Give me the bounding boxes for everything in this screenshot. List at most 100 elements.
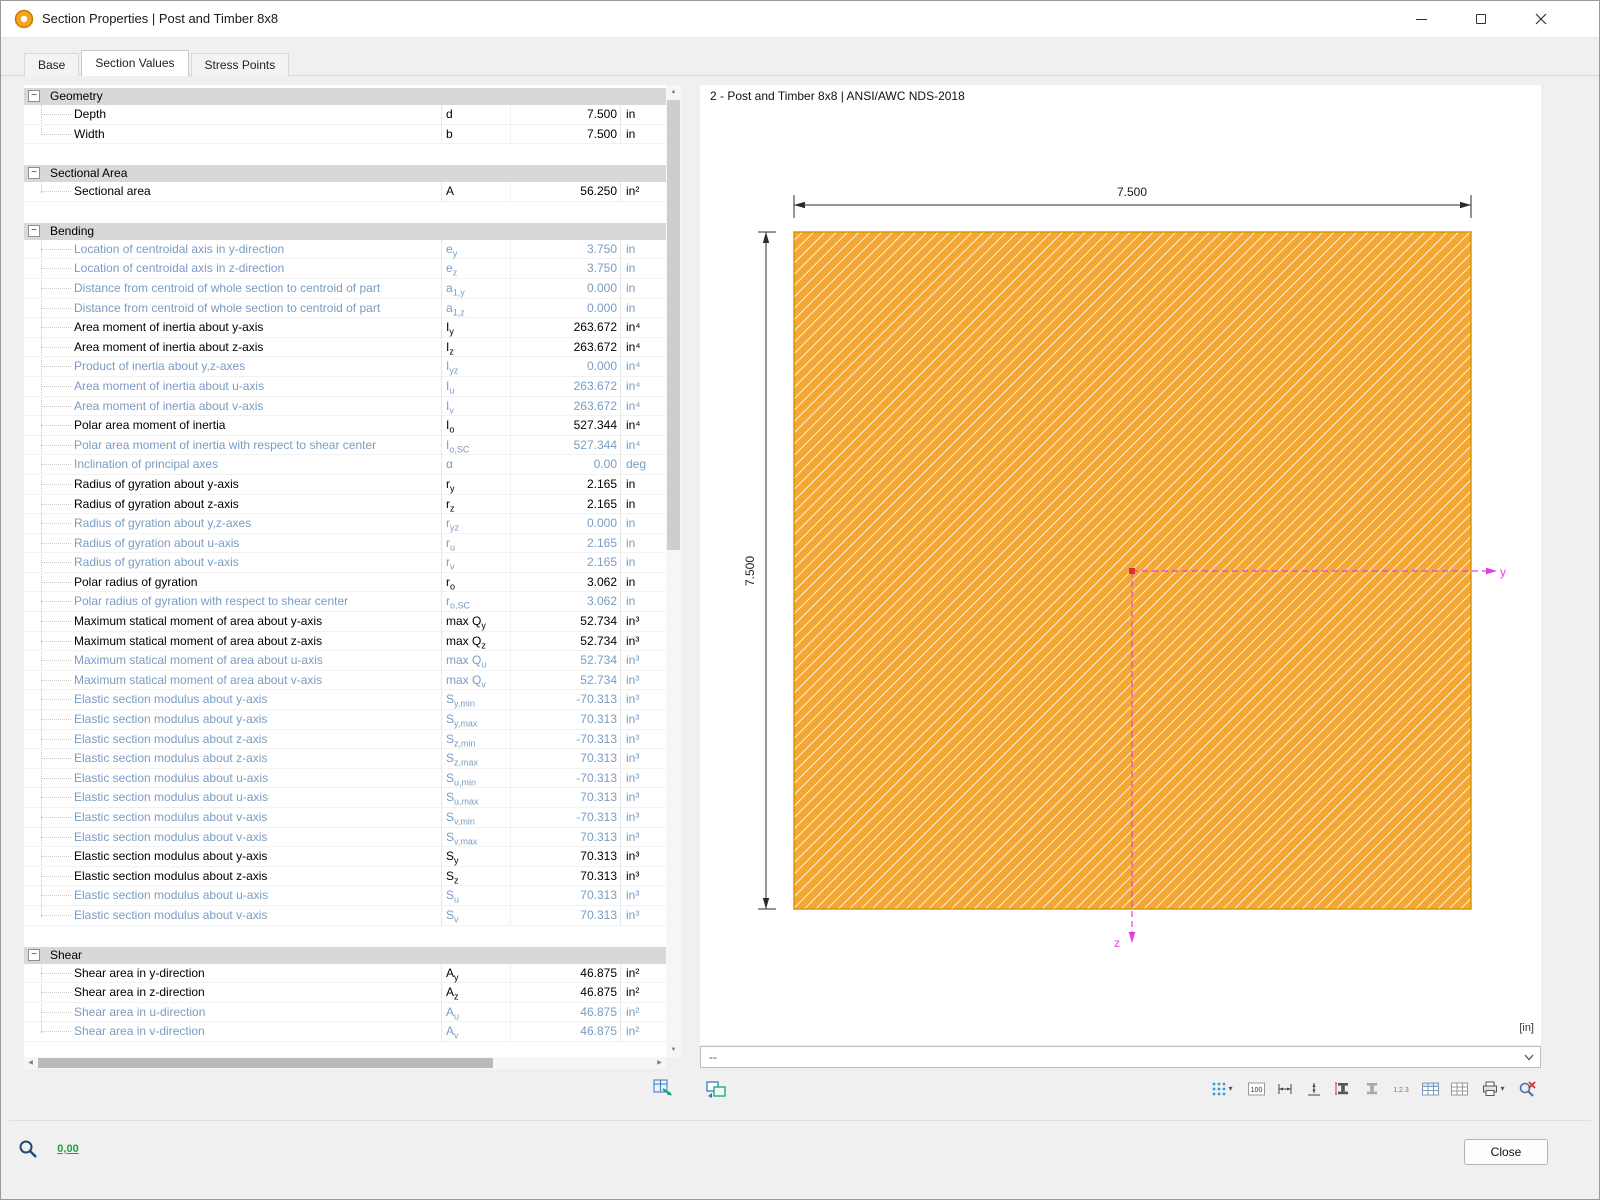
values-grid-button[interactable] xyxy=(1446,1077,1472,1101)
table-row[interactable]: Elastic section modulus about y-axisSy,m… xyxy=(24,690,666,710)
tab-stress-points[interactable]: Stress Points xyxy=(191,53,290,76)
decimal-places-button[interactable]: 0,00 xyxy=(50,1136,86,1162)
table-row[interactable]: Location of centroidal axis in z-directi… xyxy=(24,259,666,279)
table-row[interactable]: Area moment of inertia about y-axisIy263… xyxy=(24,318,666,338)
zoom-100-button[interactable]: 100 xyxy=(1243,1077,1269,1101)
numbering-button[interactable]: 1.2.3 xyxy=(1388,1077,1414,1101)
section-header[interactable]: −Bending xyxy=(24,223,666,240)
table-row[interactable]: Elastic section modulus about v-axisSv,m… xyxy=(24,828,666,848)
row-description: Polar area moment of inertia with respec… xyxy=(24,436,441,456)
table-row[interactable]: Polar radius of gyration with respect to… xyxy=(24,592,666,612)
row-unit: in⁴ xyxy=(620,436,666,456)
table-row[interactable]: Distance from centroid of whole section … xyxy=(24,299,666,319)
section-header[interactable]: −Shear xyxy=(24,947,666,964)
stress-points-select-button[interactable]: ▾ xyxy=(1204,1077,1240,1101)
results-table-button[interactable] xyxy=(1417,1077,1443,1101)
table-row[interactable]: Elastic section modulus about u-axisSu70… xyxy=(24,886,666,906)
table-row[interactable]: Maximum statical moment of area about u-… xyxy=(24,651,666,671)
table-row[interactable]: Location of centroidal axis in y-directi… xyxy=(24,240,666,260)
table-row[interactable]: Radius of gyration about y-axisry2.165in xyxy=(24,475,666,495)
section-header[interactable]: −Sectional Area xyxy=(24,165,666,182)
table-row[interactable]: Shear area in u-directionAu46.875in² xyxy=(24,1003,666,1023)
table-row[interactable]: Elastic section modulus about z-axisSz70… xyxy=(24,867,666,887)
table-row[interactable]: Depthd7.500in xyxy=(24,105,666,125)
table-row[interactable]: Area moment of inertia about u-axisIu263… xyxy=(24,377,666,397)
table-row[interactable]: Polar area moment of inertiaIo527.344in⁴ xyxy=(24,416,666,436)
points-grid-icon xyxy=(1211,1081,1227,1097)
section-header[interactable]: −Geometry xyxy=(24,88,666,105)
refresh-view-button[interactable] xyxy=(702,1077,730,1101)
row-description: Elastic section modulus about v-axis xyxy=(24,808,441,828)
collapse-icon[interactable]: − xyxy=(28,167,40,179)
table-row[interactable]: Radius of gyration about u-axisru2.165in xyxy=(24,534,666,554)
row-value: 2.165 xyxy=(510,534,620,554)
row-symbol: Iy xyxy=(441,318,510,338)
row-unit: in xyxy=(620,475,666,495)
print-button[interactable]: ▾ xyxy=(1475,1077,1511,1101)
table-row[interactable]: Elastic section modulus about v-axisSv70… xyxy=(24,906,666,926)
table-row[interactable]: Product of inertia about y,z-axesIyz0.00… xyxy=(24,357,666,377)
table-row[interactable]: Elastic section modulus about u-axisSu,m… xyxy=(24,769,666,789)
row-value: -70.313 xyxy=(510,808,620,828)
table-row[interactable]: Maximum statical moment of area about v-… xyxy=(24,671,666,691)
dimension-lines-button[interactable] xyxy=(1272,1077,1298,1101)
table-row[interactable]: Elastic section modulus about u-axisSu,m… xyxy=(24,788,666,808)
table-row[interactable]: Distance from centroid of whole section … xyxy=(24,279,666,299)
table-row[interactable]: Elastic section modulus about y-axisSy70… xyxy=(24,847,666,867)
collapse-icon[interactable]: − xyxy=(28,90,40,102)
table-row[interactable]: Shear area in z-directionAz46.875in² xyxy=(24,983,666,1003)
section-outline-button[interactable] xyxy=(1359,1077,1385,1101)
scroll-left-icon[interactable]: ◀ xyxy=(24,1057,37,1069)
minimize-button[interactable] xyxy=(1398,0,1444,38)
vertical-scrollbar[interactable]: ▲ ▼ xyxy=(666,85,681,1057)
section-dimensions-button[interactable] xyxy=(1330,1077,1356,1101)
refresh-view-icon xyxy=(706,1080,726,1098)
row-unit: in xyxy=(620,299,666,319)
close-window-button[interactable] xyxy=(1518,0,1564,38)
row-description: Maximum statical moment of area about z-… xyxy=(24,632,441,652)
table-row[interactable]: Polar area moment of inertia with respec… xyxy=(24,436,666,456)
table-row[interactable]: Sectional areaA56.250in² xyxy=(24,182,666,202)
horizontal-scroll-thumb[interactable] xyxy=(38,1058,493,1068)
collapse-icon[interactable]: − xyxy=(28,225,40,237)
table-row[interactable]: Inclination of principal axesα0.00deg xyxy=(24,455,666,475)
extension-lines-button[interactable] xyxy=(1301,1077,1327,1101)
scroll-up-icon[interactable]: ▲ xyxy=(666,85,681,99)
table-row[interactable]: Elastic section modulus about y-axisSy,m… xyxy=(24,710,666,730)
tab-section-values[interactable]: Section Values xyxy=(81,50,188,76)
table-row[interactable]: Radius of gyration about v-axisrv2.165in xyxy=(24,553,666,573)
scroll-right-icon[interactable]: ▶ xyxy=(653,1057,666,1069)
row-value: 46.875 xyxy=(510,1003,620,1023)
table-row[interactable]: Area moment of inertia about v-axisIv263… xyxy=(24,397,666,417)
table-row[interactable]: Shear area in v-directionAv46.875in² xyxy=(24,1022,666,1042)
section-dimensions-icon xyxy=(1334,1080,1352,1098)
row-description: Shear area in y-direction xyxy=(24,964,441,984)
table-row[interactable]: Maximum statical moment of area about y-… xyxy=(24,612,666,632)
maximize-button[interactable] xyxy=(1458,0,1504,38)
scroll-down-icon[interactable]: ▼ xyxy=(666,1043,681,1057)
table-row[interactable]: Polar radius of gyrationro3.062in xyxy=(24,573,666,593)
export-table-button[interactable] xyxy=(649,1075,677,1101)
vertical-scroll-thumb[interactable] xyxy=(667,100,680,550)
table-row[interactable]: Radius of gyration about z-axisrz2.165in xyxy=(24,495,666,515)
table-row[interactable]: Shear area in y-directionAy46.875in² xyxy=(24,964,666,984)
result-combo[interactable]: -- xyxy=(700,1046,1541,1068)
tab-base[interactable]: Base xyxy=(24,53,79,76)
row-symbol: a1,z xyxy=(441,299,510,319)
horizontal-scrollbar[interactable]: ◀ ▶ xyxy=(24,1057,666,1069)
row-description: Distance from centroid of whole section … xyxy=(24,299,441,319)
table-row[interactable]: Elastic section modulus about z-axisSz,m… xyxy=(24,749,666,769)
collapse-icon[interactable]: − xyxy=(28,949,40,961)
row-description: Elastic section modulus about u-axis xyxy=(24,769,441,789)
find-section-button[interactable] xyxy=(14,1136,42,1162)
clear-zoom-button[interactable] xyxy=(1514,1077,1540,1101)
close-button[interactable]: Close xyxy=(1464,1139,1548,1165)
table-row[interactable]: Widthb7.500in xyxy=(24,125,666,145)
row-symbol: Sz,min xyxy=(441,730,510,750)
table-row[interactable]: Maximum statical moment of area about z-… xyxy=(24,632,666,652)
row-unit: in³ xyxy=(620,632,666,652)
table-row[interactable]: Elastic section modulus about z-axisSz,m… xyxy=(24,730,666,750)
table-row[interactable]: Area moment of inertia about z-axisIz263… xyxy=(24,338,666,358)
table-row[interactable]: Radius of gyration about y,z-axesryz0.00… xyxy=(24,514,666,534)
table-row[interactable]: Elastic section modulus about v-axisSv,m… xyxy=(24,808,666,828)
